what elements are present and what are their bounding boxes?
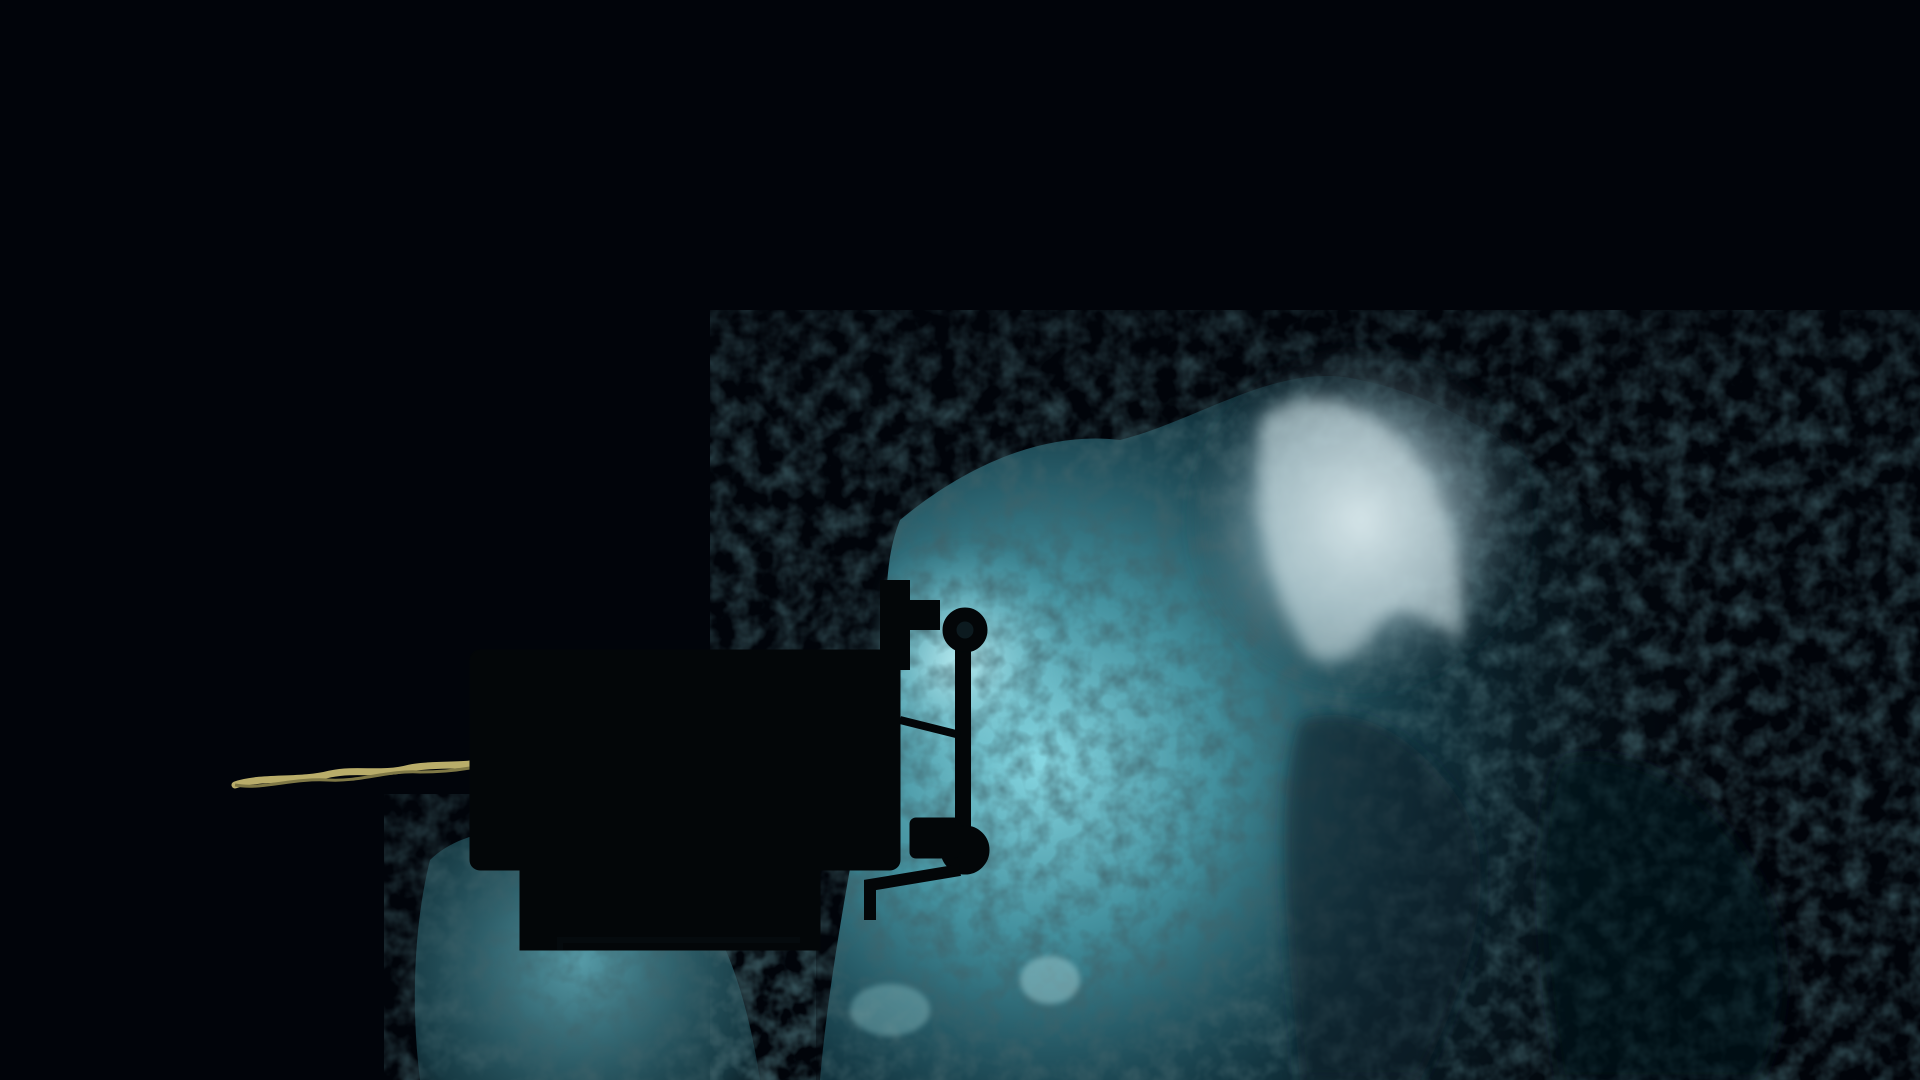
upper-darkness [0, 0, 1920, 420]
seafloor-scene [0, 0, 1920, 1080]
rov-camera-frame [0, 0, 1920, 1080]
